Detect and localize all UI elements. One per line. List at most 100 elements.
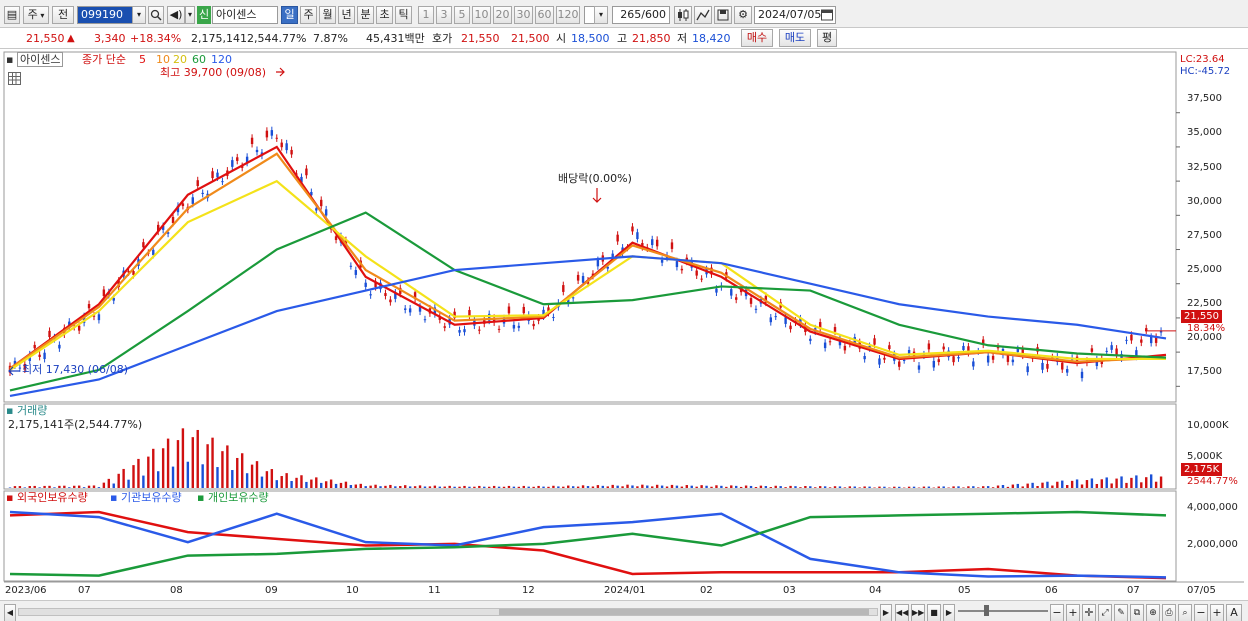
zoom-slider[interactable] xyxy=(958,605,1048,616)
volume-bar xyxy=(562,486,565,488)
volume-bar xyxy=(280,476,283,488)
print-icon[interactable]: ⎙ xyxy=(1162,604,1176,621)
volume-bar xyxy=(389,484,392,488)
crosshair-icon[interactable]: ✛ xyxy=(1082,604,1096,621)
price-tick: 32,500 xyxy=(1187,162,1222,173)
calendar-icon[interactable] xyxy=(821,8,833,21)
interval-30-button[interactable]: 30 xyxy=(514,6,533,24)
zoom-out-icon[interactable]: − xyxy=(1050,604,1064,621)
volume-bar xyxy=(626,484,629,488)
interval-120-button[interactable]: 120 xyxy=(556,6,580,24)
stop-icon[interactable]: ■ xyxy=(927,604,941,621)
line-tool-icon[interactable] xyxy=(694,6,712,24)
maximize-icon[interactable]: + xyxy=(1210,604,1224,621)
tab-week[interactable]: 주 xyxy=(300,6,317,24)
market-select[interactable]: 주 ▾ xyxy=(23,6,49,24)
tab-minute[interactable]: 분 xyxy=(357,6,374,24)
volume-bar xyxy=(438,486,441,488)
interval-10-button[interactable]: 10 xyxy=(472,6,491,24)
volume-bar xyxy=(117,473,120,488)
tab-year[interactable]: 년 xyxy=(338,6,355,24)
candle-body xyxy=(1080,371,1084,379)
prev-button[interactable]: 전 xyxy=(52,6,74,24)
volume-bar xyxy=(201,464,204,488)
gear-icon[interactable]: ⚙ xyxy=(734,6,752,24)
window-menu-icon[interactable]: ▤ xyxy=(4,6,20,24)
candle-body xyxy=(191,197,194,204)
volume-bar xyxy=(665,486,669,488)
tab-month[interactable]: 월 xyxy=(319,6,336,24)
draw-icon[interactable]: ✎ xyxy=(1114,604,1128,621)
tab-day[interactable]: 일 xyxy=(281,6,298,24)
speaker-icon[interactable]: ◀) xyxy=(167,6,185,24)
candle-body xyxy=(735,297,738,300)
candle-body xyxy=(636,232,639,240)
rewind-icon[interactable]: ◀◀ xyxy=(895,604,909,621)
search-icon[interactable] xyxy=(148,6,164,24)
fast-forward-icon[interactable]: ▶▶ xyxy=(911,604,925,621)
font-size-icon[interactable]: A xyxy=(1226,604,1242,621)
candle-body xyxy=(152,249,155,255)
chart-canvas[interactable] xyxy=(0,50,1248,600)
interval-5-button[interactable]: 5 xyxy=(454,6,470,24)
save-icon[interactable] xyxy=(714,6,732,24)
copy-icon[interactable]: ⧉ xyxy=(1130,604,1144,621)
zoom-in-icon[interactable]: + xyxy=(1066,604,1080,621)
volume-bar xyxy=(122,468,125,488)
legend-foreign-label: 외국인보유수량 xyxy=(16,491,88,504)
interval-3-button[interactable]: 3 xyxy=(436,6,452,24)
x-tick: 03 xyxy=(783,585,796,596)
chart-area[interactable]: ▪ 아이센스 종가 단순 5 10 20 60 120 최고 39,700 (0… xyxy=(0,50,1248,621)
scrollbar-thumb[interactable] xyxy=(499,609,869,615)
volume-bar xyxy=(507,485,511,488)
volume-bar xyxy=(567,485,570,488)
volume-bar xyxy=(13,486,17,488)
horizontal-scrollbar[interactable] xyxy=(18,608,878,616)
volume-bar xyxy=(58,485,61,488)
volume-bar xyxy=(952,486,955,488)
table-toggle-icon[interactable] xyxy=(8,72,21,85)
bar-count-field[interactable]: 265/600 xyxy=(612,6,670,24)
interval-20-button[interactable]: 20 xyxy=(493,6,512,24)
volume-bar xyxy=(1080,484,1084,488)
volume-bar xyxy=(655,484,659,488)
evaluate-button[interactable]: 평 xyxy=(817,29,837,47)
chart-link-icon[interactable]: ⊕ xyxy=(1146,604,1160,621)
play-icon[interactable]: ▶ xyxy=(943,604,955,621)
magnify-icon[interactable]: ⌕ xyxy=(1178,604,1192,621)
hc-label: HC:-45.72 xyxy=(1180,66,1231,77)
volume-bar xyxy=(552,485,555,488)
interval-1-button[interactable]: 1 xyxy=(418,6,434,24)
price-tick: 17,500 xyxy=(1187,366,1222,377)
volume-bar xyxy=(43,485,46,488)
interval-60-button[interactable]: 60 xyxy=(535,6,554,24)
buy-button[interactable]: 매수 xyxy=(741,29,773,47)
speaker-dropdown-icon[interactable]: ▾ xyxy=(185,6,195,24)
volume-bar xyxy=(1016,483,1019,488)
sell-button[interactable]: 매도 xyxy=(779,29,811,47)
candle-body xyxy=(364,282,367,287)
volume-bar xyxy=(725,486,728,488)
scroll-left-arrow-icon[interactable]: ◀ xyxy=(4,604,16,621)
code-dropdown-icon[interactable]: ▾ xyxy=(132,6,146,24)
volume-bar xyxy=(576,486,580,488)
volume-bar xyxy=(646,485,649,488)
volume-bar xyxy=(231,470,234,488)
expand-icon[interactable]: ⤢ xyxy=(1098,604,1112,621)
stock-name-field[interactable]: 아이센스 xyxy=(212,6,278,24)
volume-bar xyxy=(828,487,832,488)
interval-dropdown-icon[interactable]: ▾ xyxy=(594,6,608,24)
candle-body xyxy=(1046,363,1049,369)
candle-body xyxy=(507,306,511,314)
candle-type-icon[interactable] xyxy=(674,6,692,24)
scroll-right-arrow-icon[interactable]: ▶ xyxy=(880,604,892,621)
minimize-icon[interactable]: − xyxy=(1194,604,1208,621)
volume-bar xyxy=(394,486,397,488)
zoom-slider-handle[interactable] xyxy=(984,605,989,616)
stock-code-input[interactable]: 099190 xyxy=(77,6,137,24)
volume-bar xyxy=(1056,481,1059,488)
volume-bar xyxy=(221,451,224,488)
tab-tick[interactable]: 틱 xyxy=(395,6,412,24)
tab-second[interactable]: 초 xyxy=(376,6,393,24)
volume-bar xyxy=(1095,483,1099,488)
